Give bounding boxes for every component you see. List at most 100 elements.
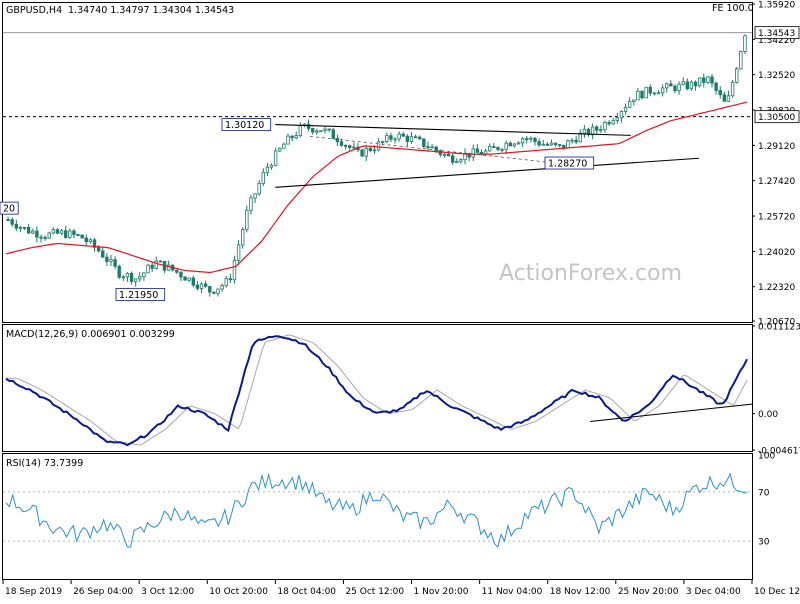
x-tick-label: 3 Dec 04:00 xyxy=(686,587,741,597)
candle-body xyxy=(557,144,562,146)
candle-body xyxy=(224,278,228,286)
candle-body xyxy=(269,164,274,168)
candle-body xyxy=(615,117,620,122)
candle-body xyxy=(566,140,570,149)
trendline-lower xyxy=(275,157,699,188)
price-tick-label: 1.35920 xyxy=(758,1,795,11)
x-tick-label: 26 Sep 04:00 xyxy=(73,587,133,597)
candle-body xyxy=(282,143,286,149)
candle-body xyxy=(512,143,517,147)
candle-body xyxy=(183,276,187,281)
candle-body xyxy=(191,277,196,286)
rsi-label: RSI(14) 73.7399 xyxy=(6,458,83,469)
candle-body xyxy=(18,226,23,229)
candle-body xyxy=(541,143,545,146)
candle-body xyxy=(84,237,88,243)
candle-body xyxy=(673,85,677,92)
x-tick-label: 25 Oct 12:00 xyxy=(345,587,404,597)
candle-body xyxy=(88,239,93,243)
x-tick-label: 25 Nov 20:00 xyxy=(618,587,679,597)
candle-body xyxy=(158,260,163,263)
candle-body xyxy=(265,166,270,173)
candle-body xyxy=(397,133,401,140)
candle-body xyxy=(68,230,72,238)
candle-body xyxy=(405,135,410,142)
candle-body xyxy=(492,146,496,148)
candle-body xyxy=(96,246,101,252)
candle-body xyxy=(582,128,587,134)
candle-body xyxy=(319,130,323,133)
candle-body xyxy=(208,286,212,293)
candle-body xyxy=(376,141,381,151)
candle-body xyxy=(689,81,694,90)
candle-body xyxy=(117,265,121,278)
price-tick-label: 1.29120 xyxy=(758,142,795,152)
candle-body xyxy=(14,223,18,229)
candle-body xyxy=(113,259,117,267)
candle-body xyxy=(146,264,150,274)
candle-body xyxy=(595,126,599,131)
candle-body xyxy=(187,277,191,281)
candle-body xyxy=(257,183,261,195)
candle-body xyxy=(290,135,294,139)
candle-body xyxy=(393,138,397,141)
candle-body xyxy=(422,138,426,148)
watermark: ActionForex.com xyxy=(499,261,682,286)
candle-body xyxy=(545,143,550,146)
candle-body xyxy=(706,76,710,83)
candle-body xyxy=(59,230,64,234)
macd-layer xyxy=(5,334,753,447)
candle-body xyxy=(138,276,142,280)
candle-body xyxy=(656,92,661,95)
rsi-panel-frame xyxy=(2,453,753,580)
price-tick-label: 1.32520 xyxy=(758,71,795,81)
candle-body xyxy=(360,149,364,157)
candle-body xyxy=(401,133,405,137)
price-tick-label: 1.27420 xyxy=(758,177,795,187)
candle-body xyxy=(718,90,722,96)
candle-body xyxy=(685,81,690,90)
macd-tick-label: 0.00 xyxy=(758,410,778,420)
x-tick-label: 1 Nov 20:00 xyxy=(414,587,469,597)
candle-body xyxy=(76,234,80,236)
macd-panel-frame xyxy=(2,324,753,452)
candle-body xyxy=(549,142,554,146)
candle-body xyxy=(607,122,611,125)
price-tick-label: 1.24020 xyxy=(758,248,795,258)
candle-body xyxy=(306,123,311,129)
candle-body xyxy=(298,125,303,136)
candle-body xyxy=(142,272,146,278)
candle-body xyxy=(516,142,521,145)
candle-body xyxy=(385,135,389,142)
rsi-tick-label: 70 xyxy=(758,488,770,498)
candle-body xyxy=(245,209,249,230)
candle-body xyxy=(669,83,673,87)
candle-body xyxy=(232,259,237,281)
candle-body xyxy=(31,230,35,234)
candle-body xyxy=(129,272,134,282)
candle-body xyxy=(697,77,702,87)
candle-body xyxy=(603,122,607,131)
candle-body xyxy=(426,146,430,149)
candle-body xyxy=(125,272,130,278)
price-tick-label: 1.25720 xyxy=(758,213,795,223)
candle-body xyxy=(409,136,414,142)
candle-body xyxy=(109,259,113,262)
macd-label: MACD(12,26,9) 0.006901 0.003299 xyxy=(6,329,175,340)
candle-body xyxy=(562,144,566,149)
annotation-label: 1.21950 xyxy=(119,290,158,301)
candle-body xyxy=(273,150,278,166)
candle-body xyxy=(553,142,558,145)
annotation-label: 20 xyxy=(3,204,15,215)
candle-body xyxy=(343,144,348,147)
candle-body xyxy=(241,229,245,246)
candle-body xyxy=(199,283,204,289)
candle-body xyxy=(611,120,615,125)
candle-body xyxy=(648,86,652,94)
price-tick-label: 1.22320 xyxy=(758,283,795,293)
candle-body xyxy=(179,271,183,278)
candle-body xyxy=(6,219,10,221)
candle-body xyxy=(413,136,418,139)
candle-body xyxy=(471,148,475,158)
macd-signal-line xyxy=(6,334,748,446)
